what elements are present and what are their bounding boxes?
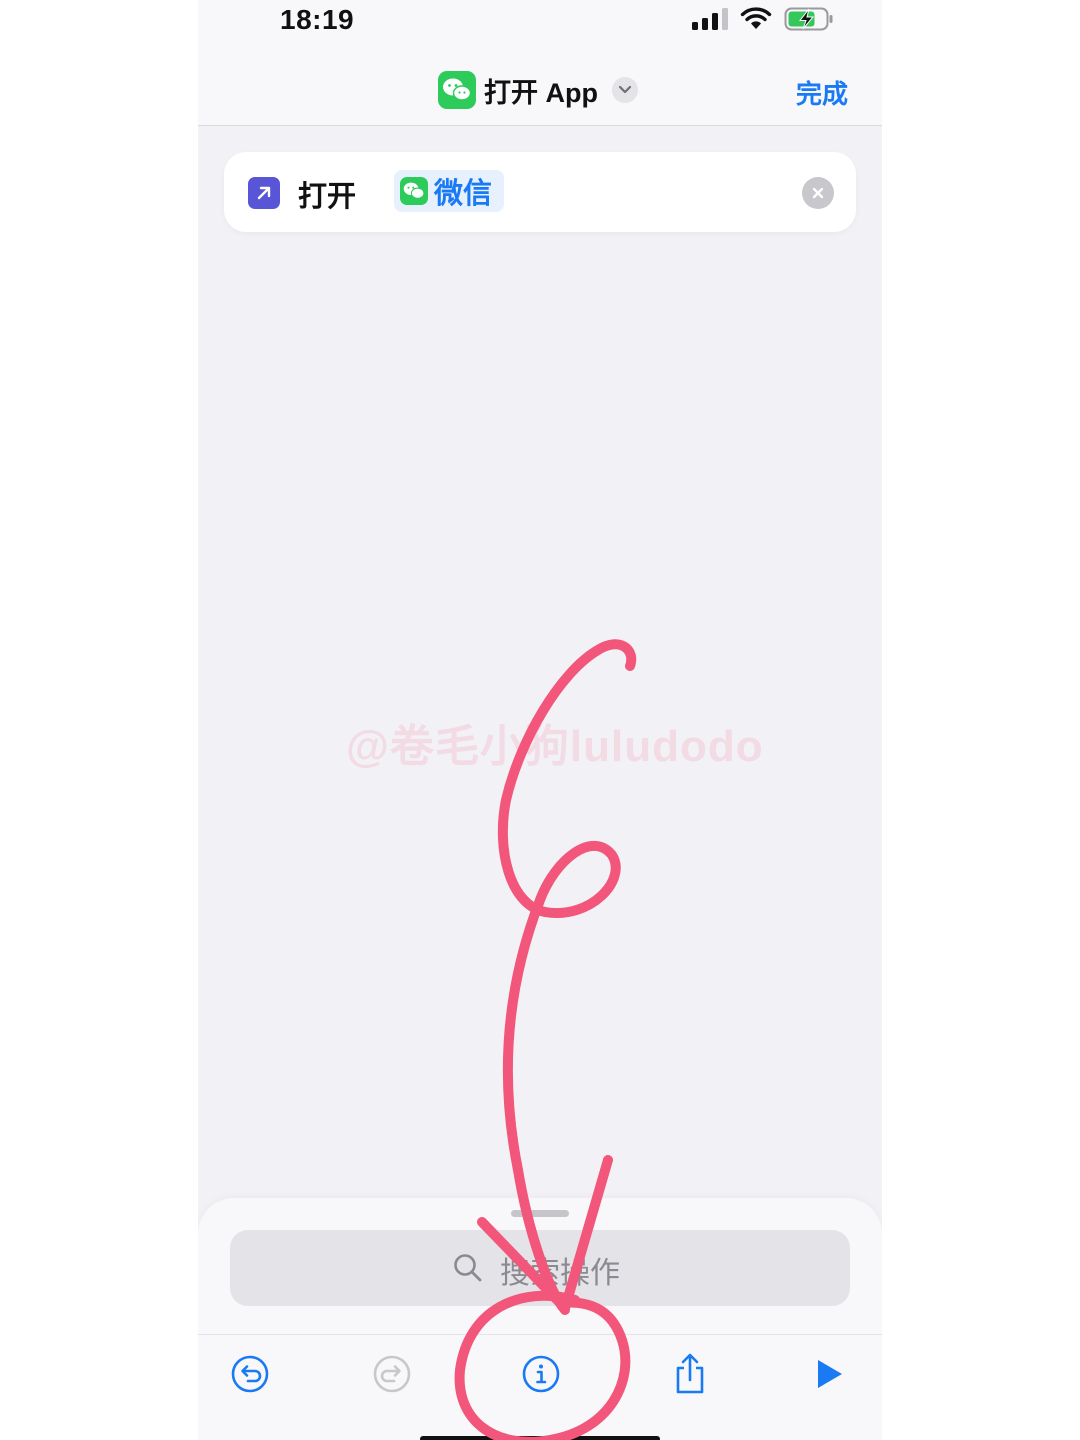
share-button[interactable] — [665, 1349, 715, 1399]
cellular-signal-icon — [692, 7, 728, 35]
watermark-text: @卷毛小狗luludodo — [346, 722, 764, 771]
app-name-label: 微信 — [434, 178, 493, 210]
redo-icon — [373, 1355, 411, 1393]
share-icon — [676, 1353, 704, 1394]
search-placeholder: 搜索操作 — [500, 1257, 620, 1290]
action-verb-label: 打开 — [298, 181, 357, 213]
open-app-action-card[interactable]: 打开 微信 — [224, 152, 856, 232]
wifi-icon — [740, 6, 772, 36]
search-actions-field[interactable]: 搜索操作 — [230, 1230, 850, 1306]
app-parameter-token[interactable]: 微信 — [394, 170, 505, 212]
redo-button[interactable] — [367, 1349, 417, 1399]
search-icon — [452, 1252, 484, 1289]
home-indicator — [420, 1436, 660, 1440]
play-icon — [818, 1360, 842, 1388]
undo-button[interactable] — [225, 1349, 275, 1399]
info-icon — [522, 1355, 560, 1393]
sheet-grabber-handle[interactable] — [511, 1210, 569, 1217]
remove-action-button[interactable] — [802, 177, 834, 209]
wechat-icon — [438, 71, 476, 109]
shortcut-title-menu[interactable]: 打开 App — [438, 70, 638, 110]
status-bar: 18:19 — [198, 0, 882, 50]
chevron-down-icon — [612, 77, 638, 103]
details-button[interactable] — [516, 1349, 566, 1399]
close-icon — [812, 187, 824, 199]
wechat-icon — [400, 177, 428, 205]
run-shortcut-button[interactable] — [803, 1349, 853, 1399]
undo-icon — [231, 1355, 269, 1393]
open-app-arrow-icon — [248, 177, 280, 209]
status-icons — [692, 6, 834, 36]
battery-charging-icon — [784, 7, 834, 36]
done-button[interactable]: 完成 — [796, 74, 848, 111]
editor-toolbar — [198, 1334, 882, 1440]
status-time: 18:19 — [280, 4, 355, 35]
shortcut-title: 打开 App — [484, 77, 598, 108]
navigation-bar: 打开 App 完成 — [198, 50, 882, 126]
action-search-sheet: 搜索操作 — [198, 1198, 882, 1440]
